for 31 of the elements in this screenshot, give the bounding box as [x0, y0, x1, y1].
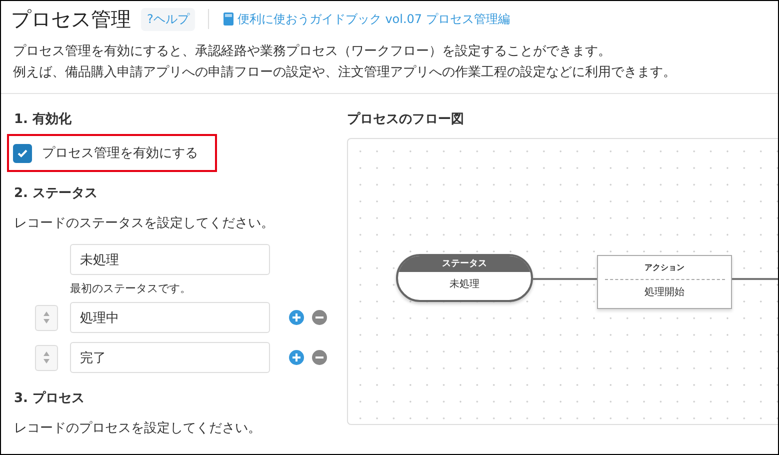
- status-input[interactable]: 完了: [70, 342, 270, 373]
- remove-icon[interactable]: [312, 310, 327, 325]
- status-input[interactable]: 未処理: [70, 244, 270, 275]
- section-heading: 1. 有効化: [14, 111, 72, 128]
- hint-text: 最初のステータスです。: [70, 281, 191, 296]
- sort-handle[interactable]: [35, 344, 58, 370]
- status-node[interactable]: ステータス 未処理: [396, 254, 533, 302]
- page-title: プロセス管理: [11, 6, 131, 32]
- instruction-text: レコードのステータスを設定してください。: [14, 215, 274, 232]
- connector-line: [732, 278, 778, 280]
- node-header: ステータス: [398, 256, 531, 272]
- description-text: プロセス管理を有効にすると、承認経路や業務プロセス（ワークフロー）を設定することができます。: [13, 43, 612, 61]
- section-heading: プロセスのフロー図: [347, 110, 464, 128]
- connector-line: [533, 278, 597, 280]
- remove-icon[interactable]: [312, 350, 327, 365]
- book-icon: [223, 12, 234, 26]
- description-text: 例えば、備品購入申請アプリへの申請フローの設定や、注文管理アプリへの作業工程の設定などに利用できます。: [13, 64, 677, 82]
- add-icon[interactable]: [289, 310, 304, 325]
- checkbox[interactable]: [13, 144, 32, 162]
- section-heading: 2. ステータス: [14, 185, 98, 202]
- node-label: 未処理: [450, 278, 480, 292]
- sort-handle[interactable]: [35, 304, 58, 330]
- node-label: 処理開始: [644, 286, 684, 299]
- checkbox-label: プロセス管理を有効にする: [42, 145, 198, 162]
- action-node[interactable]: アクション 処理開始: [597, 255, 732, 309]
- section-heading: 3. プロセス: [14, 390, 85, 407]
- node-header: アクション: [604, 263, 724, 280]
- status-input[interactable]: 処理中: [70, 302, 270, 333]
- add-icon[interactable]: [289, 350, 304, 365]
- instruction-text: レコードのプロセスを設定してください。: [14, 420, 261, 437]
- checkmark-icon: [17, 148, 28, 158]
